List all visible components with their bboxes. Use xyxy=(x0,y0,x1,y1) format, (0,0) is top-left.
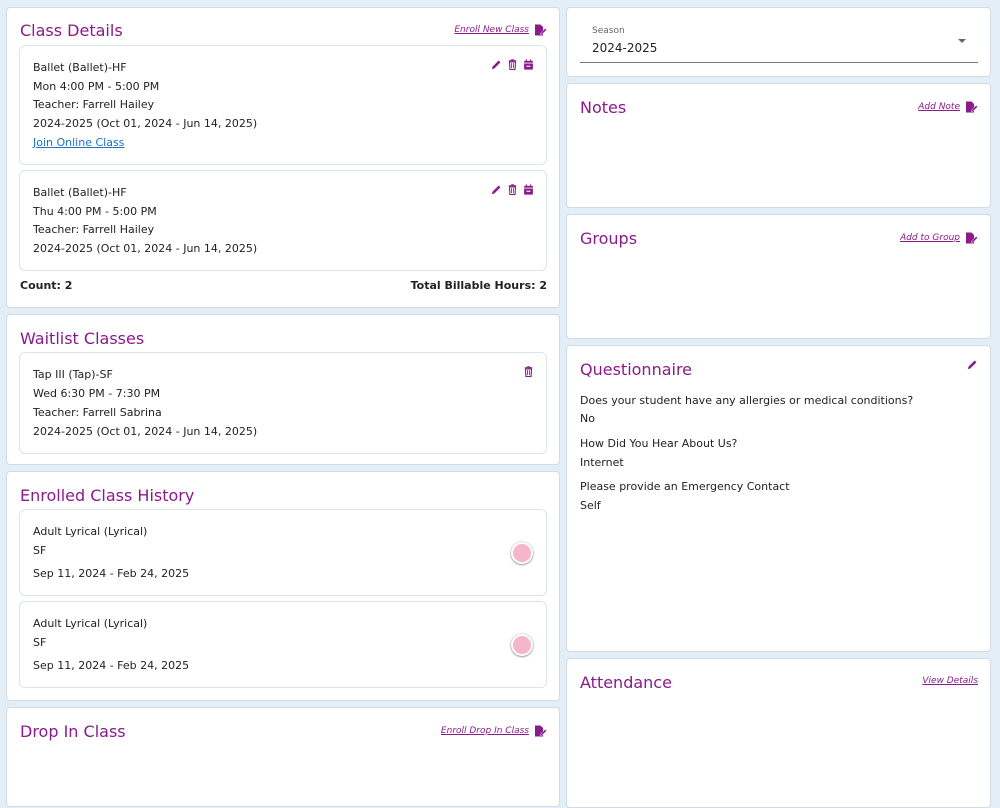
class-actions xyxy=(491,59,534,70)
history-dates: Sep 11, 2024 - Feb 24, 2025 xyxy=(33,567,190,580)
edit-document-icon xyxy=(965,232,978,244)
pencil-icon[interactable] xyxy=(491,184,502,195)
notes-title: Notes xyxy=(580,98,627,117)
add-to-group-label: Add to Group xyxy=(900,233,960,243)
drop-in-title: Drop In Class xyxy=(20,722,126,741)
history-title: Enrolled Class History xyxy=(20,486,195,505)
join-online-class-link[interactable]: Join Online Class xyxy=(33,136,124,149)
calendar-remove-icon[interactable] xyxy=(523,184,534,195)
class-name: Tap III (Tap)-SF xyxy=(33,368,113,381)
status-toggle[interactable] xyxy=(511,634,533,656)
enroll-new-class-link[interactable]: Enroll New Class xyxy=(454,24,547,36)
chevron-down-icon xyxy=(958,39,966,43)
class-season: 2024-2025 (Oct 01, 2024 - Jun 14, 2025) xyxy=(33,425,258,438)
trash-icon[interactable] xyxy=(507,184,518,195)
enroll-drop-in-link[interactable]: Enroll Drop In Class xyxy=(441,725,547,737)
trash-icon[interactable] xyxy=(507,59,518,70)
questionnaire-card: Questionnaire Does your student have any… xyxy=(566,345,991,652)
class-schedule: Mon 4:00 PM - 5:00 PM xyxy=(33,80,160,93)
answer: No xyxy=(580,412,595,425)
class-teacher: Teacher: Farrell Hailey xyxy=(33,223,155,236)
enroll-new-class-label: Enroll New Class xyxy=(454,25,529,35)
view-details-label: View Details xyxy=(922,676,978,686)
class-schedule: Thu 4:00 PM - 5:00 PM xyxy=(33,205,157,218)
class-name: Ballet (Ballet)-HF xyxy=(33,186,127,199)
class-teacher: Teacher: Farrell Sabrina xyxy=(33,406,162,419)
calendar-remove-icon[interactable] xyxy=(523,59,534,70)
class-name: Ballet (Ballet)-HF xyxy=(33,61,127,74)
season-select[interactable]: Season 2024-2025 xyxy=(580,20,978,63)
history-location: SF xyxy=(33,544,47,557)
question: How Did You Hear About Us? xyxy=(580,437,738,450)
waitlist-item: Tap III (Tap)-SF Wed 6:30 PM - 7:30 PM T… xyxy=(19,352,547,454)
history-class-name: Adult Lyrical (Lyrical) xyxy=(33,525,148,538)
edit-document-icon xyxy=(965,101,978,113)
history-item: Adult Lyrical (Lyrical) SF Sep 11, 2024 … xyxy=(19,601,547,688)
attendance-card: Attendance View Details xyxy=(566,658,991,808)
question: Does your student have any allergies or … xyxy=(580,394,914,407)
view-details-link[interactable]: View Details xyxy=(922,676,978,686)
pencil-icon[interactable] xyxy=(491,59,502,70)
total-billable-hours: Total Billable Hours: 2 xyxy=(410,279,547,292)
groups-title: Groups xyxy=(580,229,638,248)
questionnaire-title: Questionnaire xyxy=(580,360,693,379)
history-item: Adult Lyrical (Lyrical) SF Sep 11, 2024 … xyxy=(19,509,547,596)
season-card: Season 2024-2025 xyxy=(566,7,991,77)
groups-card: Groups Add to Group xyxy=(566,214,991,339)
history-location: SF xyxy=(33,636,47,649)
add-note-link[interactable]: Add Note xyxy=(918,101,978,113)
attendance-title: Attendance xyxy=(580,673,672,692)
edit-document-icon xyxy=(534,24,547,36)
class-count: Count: 2 xyxy=(20,279,73,292)
pencil-icon[interactable] xyxy=(967,359,978,370)
class-details-card: Class Details Enroll New Class Ballet (B… xyxy=(6,7,560,308)
class-schedule: Wed 6:30 PM - 7:30 PM xyxy=(33,387,161,400)
question: Please provide an Emergency Contact xyxy=(580,480,790,493)
status-toggle[interactable] xyxy=(511,542,533,564)
edit-document-icon xyxy=(534,725,547,737)
trash-icon[interactable] xyxy=(523,366,534,377)
class-details-title: Class Details xyxy=(20,21,123,40)
drop-in-card: Drop In Class Enroll Drop In Class xyxy=(6,707,560,807)
class-actions xyxy=(491,184,534,195)
answer: Internet xyxy=(580,456,624,469)
season-label: Season xyxy=(592,26,625,36)
class-season: 2024-2025 (Oct 01, 2024 - Jun 14, 2025) xyxy=(33,117,258,130)
class-teacher: Teacher: Farrell Hailey xyxy=(33,98,155,111)
waitlist-card: Waitlist Classes Tap III (Tap)-SF Wed 6:… xyxy=(6,314,560,465)
season-value: 2024-2025 xyxy=(592,41,658,55)
history-class-name: Adult Lyrical (Lyrical) xyxy=(33,617,148,630)
answer: Self xyxy=(580,499,601,512)
add-to-group-link[interactable]: Add to Group xyxy=(900,232,978,244)
class-item: Ballet (Ballet)-HF Mon 4:00 PM - 5:00 PM… xyxy=(19,45,547,165)
waitlist-actions xyxy=(523,366,534,377)
history-dates: Sep 11, 2024 - Feb 24, 2025 xyxy=(33,659,190,672)
history-card: Enrolled Class History Adult Lyrical (Ly… xyxy=(6,471,560,701)
waitlist-title: Waitlist Classes xyxy=(20,329,145,348)
notes-card: Notes Add Note xyxy=(566,83,991,208)
class-item: Ballet (Ballet)-HF Thu 4:00 PM - 5:00 PM… xyxy=(19,170,547,271)
enroll-drop-in-label: Enroll Drop In Class xyxy=(440,726,529,736)
class-season: 2024-2025 (Oct 01, 2024 - Jun 14, 2025) xyxy=(33,242,258,255)
add-note-label: Add Note xyxy=(918,102,960,112)
